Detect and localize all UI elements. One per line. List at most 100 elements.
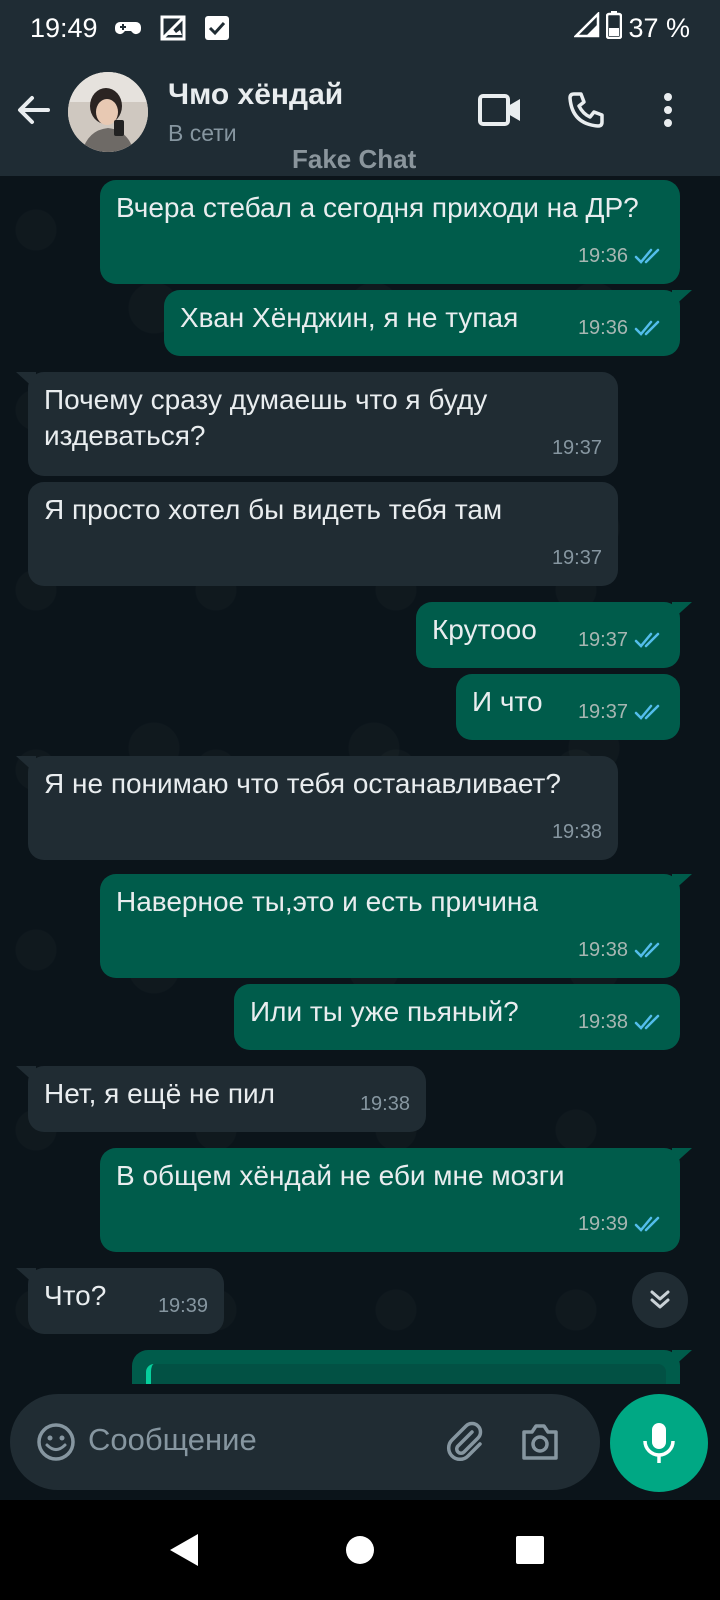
message-outgoing[interactable]: В общем хёндай не еби мне мозги 19:39: [100, 1148, 692, 1252]
double-check-icon: [634, 704, 660, 720]
double-check-icon: [634, 942, 660, 958]
bubble-tail: [16, 1066, 36, 1084]
bubble-tail: [16, 372, 36, 390]
message-time: 19:39: [577, 1213, 628, 1235]
status-bar: 19:49 37 %: [0, 0, 720, 56]
chevrons-down-icon: [650, 1290, 670, 1309]
message-meta: 19:37: [552, 540, 602, 576]
scroll-to-bottom-button[interactable]: [632, 1272, 688, 1328]
status-time: 19:49: [30, 12, 98, 43]
message-outgoing[interactable]: Наверное ты,это и есть причина 19:38: [100, 874, 692, 978]
arrow-left-icon: [18, 96, 50, 124]
bubble-tail: [672, 602, 692, 620]
attach-button[interactable]: [442, 1420, 486, 1469]
message-text: Я не понимаю что тебя останавливает?: [44, 768, 561, 799]
camera-button[interactable]: [518, 1420, 562, 1469]
quoted-reply: [146, 1364, 666, 1384]
message-meta: 19:38: [552, 814, 602, 850]
bubble-tail: [672, 874, 692, 892]
message-time: 19:38: [577, 939, 628, 961]
message-time: 19:37: [551, 547, 602, 569]
message-text: Нет, я ещё не пил: [44, 1078, 275, 1109]
voice-call-button[interactable]: [566, 90, 606, 135]
watermark: Fake Chat: [292, 144, 417, 174]
checkbox-icon: [204, 15, 230, 41]
signal-icon: [573, 10, 600, 45]
nav-home-button[interactable]: [344, 1534, 376, 1571]
contact-status: В сети: [168, 120, 237, 146]
avatar[interactable]: [68, 72, 148, 152]
gamepad-icon: [114, 18, 142, 38]
more-options-button[interactable]: [662, 90, 674, 135]
double-check-icon: [634, 320, 660, 336]
message-time: 19:36: [577, 245, 628, 267]
message-incoming[interactable]: Я не понимаю что тебя останавливает? 19:…: [16, 756, 618, 860]
camera-icon: [522, 1424, 558, 1460]
message-outgoing[interactable]: Хван Хёнджин, я не тупая 19:36: [164, 290, 692, 356]
back-button[interactable]: [14, 90, 54, 130]
message-time: 19:38: [577, 1011, 628, 1033]
message-meta: 19:39: [158, 1288, 208, 1324]
circle-home-icon: [346, 1536, 374, 1564]
message-time: 19:38: [359, 1093, 410, 1115]
message-meta: 19:37: [578, 694, 664, 730]
phone-icon: [568, 92, 604, 128]
bubble-tail: [16, 756, 36, 774]
bubble-tail: [16, 1268, 36, 1286]
double-check-icon: [634, 248, 660, 264]
message-text: Почему сразу думаешь что я буду издевать…: [44, 384, 488, 451]
bubble-tail: [672, 290, 692, 308]
nav-recents-button[interactable]: [514, 1534, 546, 1571]
message-meta: 19:39: [578, 1206, 664, 1242]
message-outgoing[interactable]: Крутооо 19:37: [416, 602, 692, 668]
message-outgoing-partial[interactable]: [132, 1350, 692, 1384]
message-time: 19:37: [577, 701, 628, 723]
message-meta: 19:38: [578, 932, 664, 968]
image-off-icon: [160, 15, 186, 41]
double-check-icon: [634, 1014, 660, 1030]
message-outgoing[interactable]: И что 19:37: [456, 674, 680, 740]
contact-name[interactable]: Чмо хёндай: [168, 78, 343, 112]
video-camera-icon: [478, 94, 520, 126]
message-time: 19:37: [551, 437, 602, 459]
message-meta: 19:37: [552, 430, 602, 466]
message-incoming[interactable]: Что? 19:39: [16, 1268, 224, 1334]
message-incoming[interactable]: Я просто хотел бы видеть тебя там 19:37: [28, 482, 618, 586]
microphone-icon: [643, 1423, 675, 1463]
message-input[interactable]: Сообщение: [88, 1422, 257, 1458]
message-incoming[interactable]: Нет, я ещё не пил 19:38: [16, 1066, 426, 1132]
message-meta: 19:36: [578, 238, 664, 274]
square-recents-icon: [516, 1536, 544, 1564]
battery-percent: 37 %: [628, 12, 690, 43]
message-time: 19:38: [551, 821, 602, 843]
message-text: В общем хёндай не еби мне мозги: [116, 1160, 565, 1191]
system-nav-bar: [0, 1500, 720, 1600]
nav-back-button[interactable]: [168, 1532, 200, 1573]
message-composer[interactable]: Сообщение: [10, 1394, 600, 1490]
message-text: Я просто хотел бы видеть тебя там: [44, 494, 503, 525]
voice-record-button[interactable]: [610, 1394, 708, 1492]
video-call-button[interactable]: [478, 90, 522, 135]
message-text: Наверное ты,это и есть причина: [116, 886, 538, 917]
message-meta: 19:38: [360, 1086, 410, 1122]
bubble-tail: [672, 1148, 692, 1166]
message-incoming[interactable]: Почему сразу думаешь что я буду издевать…: [16, 372, 618, 476]
emoji-button[interactable]: [36, 1422, 76, 1467]
message-text: Вчера стебал а сегодня приходи на ДР?: [116, 192, 639, 223]
message-outgoing[interactable]: Вчера стебал а сегодня приходи на ДР? 19…: [100, 180, 680, 284]
profile-photo: [68, 72, 148, 152]
battery-icon: [606, 10, 623, 46]
message-meta: 19:37: [578, 622, 664, 658]
message-list[interactable]: Вчера стебал а сегодня приходи на ДР? 19…: [0, 176, 720, 1384]
paperclip-icon: [446, 1421, 483, 1462]
bubble-tail: [672, 1350, 692, 1368]
triangle-back-icon: [170, 1534, 198, 1566]
message-time: 19:39: [157, 1295, 208, 1317]
chat-header: Чмо хёндай В сети Fake Chat: [0, 56, 720, 176]
message-meta: 19:36: [578, 310, 664, 346]
double-check-icon: [634, 632, 660, 648]
more-vertical-icon: [664, 93, 672, 127]
message-outgoing[interactable]: Или ты уже пьяный? 19:38: [234, 984, 680, 1050]
emoji-icon: [37, 1423, 75, 1461]
double-check-icon: [634, 1216, 660, 1232]
